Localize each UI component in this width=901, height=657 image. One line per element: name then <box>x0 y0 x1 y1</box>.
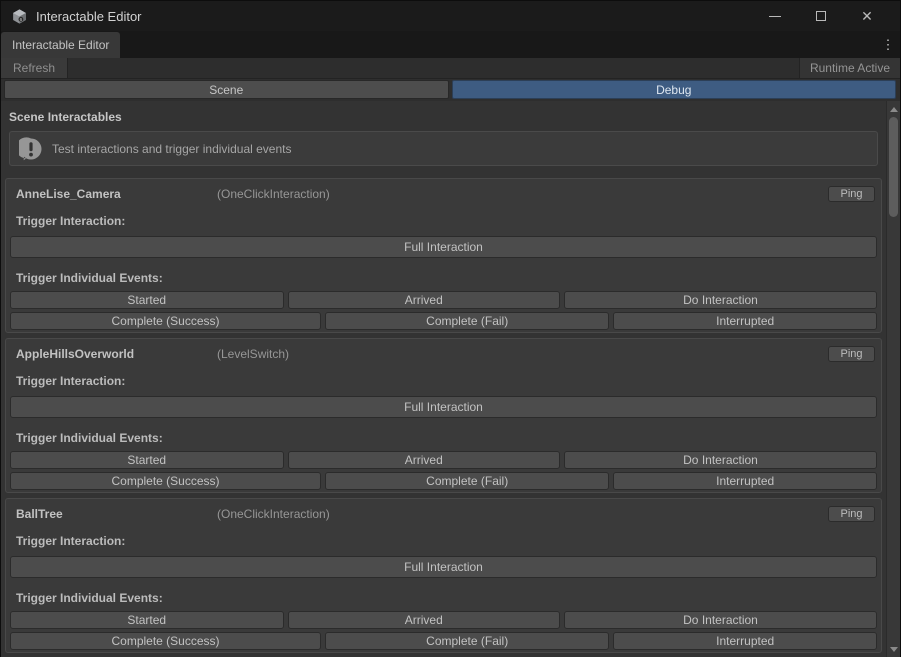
started-button[interactable]: Started <box>10 291 284 309</box>
trigger-interaction-label: Trigger Interaction: <box>16 536 877 547</box>
scroll-down-icon[interactable] <box>887 643 900 656</box>
interactable-name: BallTree <box>16 507 217 521</box>
scrollbar-thumb[interactable] <box>889 117 898 217</box>
do-interaction-button[interactable]: Do Interaction <box>564 611 877 629</box>
interactable-section: AppleHillsOverworld (LevelSwitch) Ping T… <box>5 338 882 493</box>
interrupted-button[interactable]: Interrupted <box>613 312 877 330</box>
runtime-active-toggle[interactable]: Runtime Active <box>799 58 900 78</box>
vertical-scrollbar[interactable] <box>886 101 900 657</box>
info-icon <box>19 137 43 161</box>
interactable-section: BallTree (OneClickInteraction) Ping Trig… <box>5 498 882 653</box>
panel-heading: Scene Interactables <box>9 110 882 124</box>
view-toggle-row: Scene Debug <box>1 79 900 101</box>
trigger-events-label: Trigger Individual Events: <box>16 593 877 604</box>
do-interaction-button[interactable]: Do Interaction <box>564 451 877 469</box>
complete-success-button[interactable]: Complete (Success) <box>10 472 321 490</box>
debug-toggle-button[interactable]: Debug <box>452 80 897 99</box>
complete-success-button[interactable]: Complete (Success) <box>10 312 321 330</box>
interactable-type: (OneClickInteraction) <box>217 507 330 521</box>
interactable-name: AnneLise_Camera <box>16 187 217 201</box>
interactable-type: (LevelSwitch) <box>217 347 289 361</box>
trigger-interaction-label: Trigger Interaction: <box>16 376 877 387</box>
arrived-button[interactable]: Arrived <box>288 451 561 469</box>
full-interaction-button[interactable]: Full Interaction <box>10 556 877 578</box>
scene-interactables-panel: Scene Interactables Test interactions an… <box>1 101 900 657</box>
arrived-button[interactable]: Arrived <box>288 291 561 309</box>
arrived-button[interactable]: Arrived <box>288 611 561 629</box>
complete-fail-button[interactable]: Complete (Fail) <box>325 312 609 330</box>
scroll-up-icon[interactable] <box>887 103 900 116</box>
tab-label: Interactable Editor <box>12 38 109 52</box>
interrupted-button[interactable]: Interrupted <box>613 632 877 650</box>
toolbar: Refresh Runtime Active <box>1 58 900 79</box>
interactable-section: AnneLise_Camera (OneClickInteraction) Pi… <box>5 178 882 333</box>
unity-package-icon: 6 <box>11 8 28 25</box>
refresh-button[interactable]: Refresh <box>1 58 68 78</box>
complete-fail-button[interactable]: Complete (Fail) <box>325 472 609 490</box>
interactable-name: AppleHillsOverworld <box>16 347 217 361</box>
ping-button[interactable]: Ping <box>828 186 875 202</box>
trigger-events-label: Trigger Individual Events: <box>16 273 877 284</box>
complete-fail-button[interactable]: Complete (Fail) <box>325 632 609 650</box>
tab-bar: Interactable Editor ⋮ <box>1 31 900 58</box>
svg-text:6: 6 <box>20 17 23 22</box>
ping-button[interactable]: Ping <box>828 346 875 362</box>
full-interaction-button[interactable]: Full Interaction <box>10 396 877 418</box>
full-interaction-button[interactable]: Full Interaction <box>10 236 877 258</box>
do-interaction-button[interactable]: Do Interaction <box>564 291 877 309</box>
close-icon[interactable]: ✕ <box>844 1 890 31</box>
minimize-icon[interactable] <box>752 1 798 31</box>
started-button[interactable]: Started <box>10 451 284 469</box>
trigger-interaction-label: Trigger Interaction: <box>16 216 877 227</box>
maximize-icon[interactable] <box>798 1 844 31</box>
trigger-events-label: Trigger Individual Events: <box>16 433 877 444</box>
interrupted-button[interactable]: Interrupted <box>613 472 877 490</box>
kebab-menu-icon[interactable]: ⋮ <box>876 32 900 58</box>
info-helpbox: Test interactions and trigger individual… <box>9 131 878 166</box>
complete-success-button[interactable]: Complete (Success) <box>10 632 321 650</box>
scene-toggle-button[interactable]: Scene <box>4 80 449 99</box>
ping-button[interactable]: Ping <box>828 506 875 522</box>
title-bar: 6 Interactable Editor ✕ <box>1 1 900 31</box>
started-button[interactable]: Started <box>10 611 284 629</box>
tab-interactable-editor[interactable]: Interactable Editor <box>1 32 120 58</box>
helpbox-text: Test interactions and trigger individual… <box>52 142 291 156</box>
interactable-type: (OneClickInteraction) <box>217 187 330 201</box>
window-title: Interactable Editor <box>36 9 142 24</box>
